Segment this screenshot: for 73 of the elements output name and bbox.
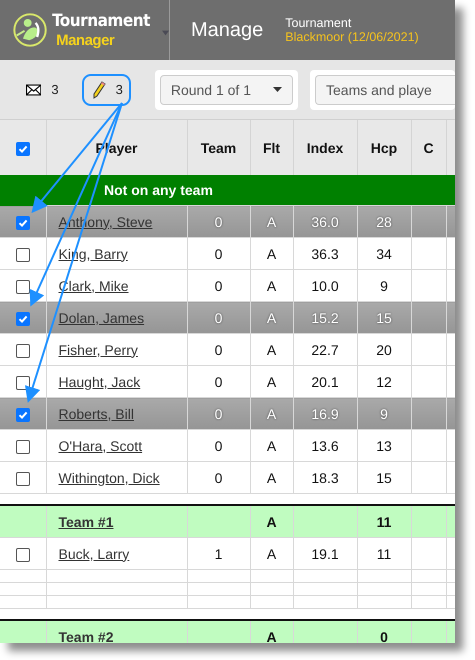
team-number: 1 [214,546,222,562]
edit-badge[interactable]: 3 [82,74,131,106]
index-value: 10.0 [311,278,339,294]
page-title: Manage [191,18,264,42]
logo-title: Tournament [52,12,150,30]
team-number: 0 [214,374,222,390]
team-number: 0 [214,470,222,486]
handicap-value: 15 [376,470,392,486]
column-header[interactable]: C [423,140,434,156]
round-select[interactable]: Round 1 of 1 [160,74,293,104]
flight-value: A [266,310,276,326]
flight-value: A [266,246,276,262]
group-heading: Not on any team [46,175,455,206]
index-value: 18.3 [311,470,339,486]
flight-value: A [266,470,276,486]
handicap-value: 0 [380,628,388,643]
handicap-value: 15 [376,310,392,326]
column-header[interactable]: Hcp [370,140,398,156]
team-number: 0 [214,278,222,294]
team-number: 0 [214,406,222,422]
column-header[interactable]: Team [200,140,236,156]
handicap-value: 11 [376,514,392,530]
handicap-value: 9 [380,278,388,294]
flight-value: A [266,278,276,294]
row-checkbox[interactable] [16,216,30,230]
index-value: 22.7 [311,342,339,358]
flight-value: A [266,342,276,358]
index-value: 36.3 [311,246,339,262]
flight-value: A [266,374,276,390]
handicap-value: 11 [376,546,392,562]
row-checkbox[interactable] [16,408,30,422]
row-checkbox[interactable] [16,440,30,454]
row-checkbox[interactable] [16,472,30,486]
flight-value: A [266,406,276,422]
index-value: 16.9 [311,406,339,422]
flight-value: A [266,628,277,643]
handicap-value: 13 [376,438,392,454]
index-value: 13.6 [311,438,339,454]
handicap-value: 28 [376,214,392,230]
handicap-value: 34 [376,246,392,262]
handicap-value: 12 [376,374,392,390]
flight-value: A [266,514,277,530]
view-select[interactable]: Teams and playe [315,74,455,104]
team-number: 0 [214,246,222,262]
row-checkbox[interactable] [16,376,30,390]
index-value: 20.1 [311,374,339,390]
flight-value: A [266,546,276,562]
select-all-checkbox[interactable] [16,142,30,156]
caret-icon [273,87,282,92]
tournament-name: Blackmoor (12/06/2021) [285,30,419,44]
team-number: 0 [214,342,222,358]
team-number: 0 [214,310,222,326]
team-number: 0 [214,438,222,454]
index-value: 36.0 [311,214,339,230]
logo-subtitle: Manager [55,32,116,48]
index-value: 15.2 [311,310,339,326]
context-label: Tournament [285,16,352,30]
row-checkbox[interactable] [16,280,30,294]
column-header[interactable]: Flt [262,140,280,156]
mail-count: 3 [51,82,59,97]
index-value: 19.1 [311,546,339,562]
team-number: 0 [214,214,222,230]
row-checkbox[interactable] [16,248,30,262]
row-checkbox[interactable] [16,548,30,562]
flight-value: A [266,214,276,230]
column-header[interactable]: Index [306,140,344,156]
row-checkbox[interactable] [16,312,30,326]
handicap-value: 20 [376,342,392,358]
row-checkbox[interactable] [16,344,30,358]
handicap-value: 9 [380,406,388,422]
flight-value: A [266,438,276,454]
pencil-icon [92,80,106,98]
team-name-link[interactable]: Team #1 [58,514,114,530]
